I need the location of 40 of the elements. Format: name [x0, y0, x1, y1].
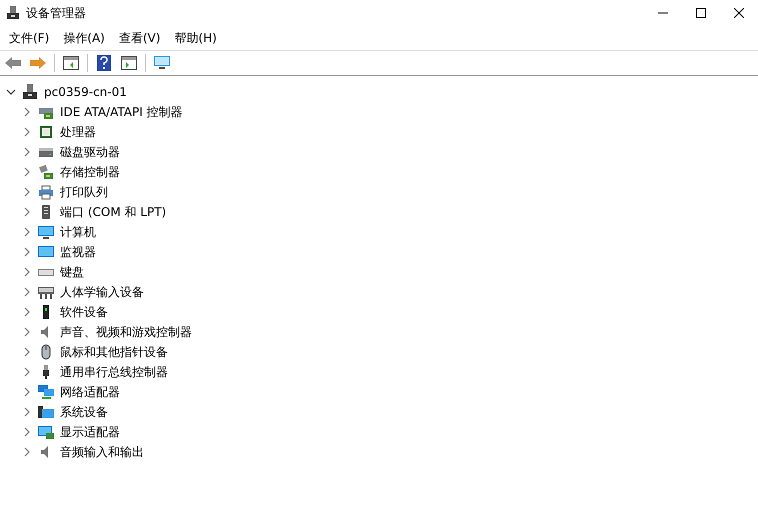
tree-item[interactable]: 网络适配器	[60, 384, 120, 400]
tree-item[interactable]: 处理器	[60, 124, 96, 140]
menu-item[interactable]: 查看(V)	[114, 28, 170, 48]
close-icon[interactable]	[734, 8, 744, 18]
monitor-icon	[38, 244, 54, 260]
printer-icon	[38, 184, 54, 200]
window-title: 设备管理器	[26, 4, 87, 22]
tree-item[interactable]: 软件设备	[60, 304, 108, 320]
minimize-icon[interactable]	[658, 12, 668, 14]
storage-controller-icon	[38, 164, 54, 180]
maximize-icon[interactable]	[696, 8, 706, 18]
network-icon	[38, 384, 54, 400]
tree-item[interactable]: 计算机	[60, 224, 96, 240]
menu-item[interactable]: 文件(F)	[4, 28, 58, 48]
monitor-icon	[38, 224, 54, 240]
tree-item[interactable]: pc0359-cn-01	[44, 85, 127, 99]
tree-item[interactable]: IDE ATA/ATAPI 控制器	[60, 104, 183, 120]
tree-item[interactable]: 通用串行总线控制器	[60, 364, 168, 380]
tree-item[interactable]: 打印队列	[60, 184, 108, 200]
tree-item[interactable]: 系统设备	[60, 404, 108, 420]
tree-item[interactable]: 人体学输入设备	[60, 284, 144, 300]
menu-item[interactable]: 帮助(H)	[169, 28, 226, 48]
tree-item[interactable]: 监视器	[60, 244, 96, 260]
tree-item[interactable]: 键盘	[60, 264, 84, 280]
tree-item[interactable]: 端口 (COM 和 LPT)	[60, 204, 166, 220]
tree-item[interactable]: 存储控制器	[60, 164, 120, 180]
panel-toggle-button[interactable]	[60, 53, 82, 73]
input-device-icon	[38, 284, 54, 300]
tree-item[interactable]: 音频输入和输出	[60, 444, 144, 460]
menu-item[interactable]: 操作(A)	[58, 28, 114, 48]
tree-item[interactable]: 磁盘驱动器	[60, 144, 120, 160]
tree-item[interactable]: 显示适配器	[60, 424, 120, 440]
tree-item[interactable]: 鼠标和其他指针设备	[60, 344, 168, 360]
tree-item[interactable]: 声音、视频和游戏控制器	[60, 324, 192, 340]
chip-icon	[38, 124, 54, 140]
device-manager-icon	[6, 6, 20, 20]
system-device-icon	[38, 404, 54, 420]
properties-button[interactable]	[118, 53, 140, 73]
computer-icon	[22, 84, 38, 100]
display-adapter-icon	[38, 424, 54, 440]
